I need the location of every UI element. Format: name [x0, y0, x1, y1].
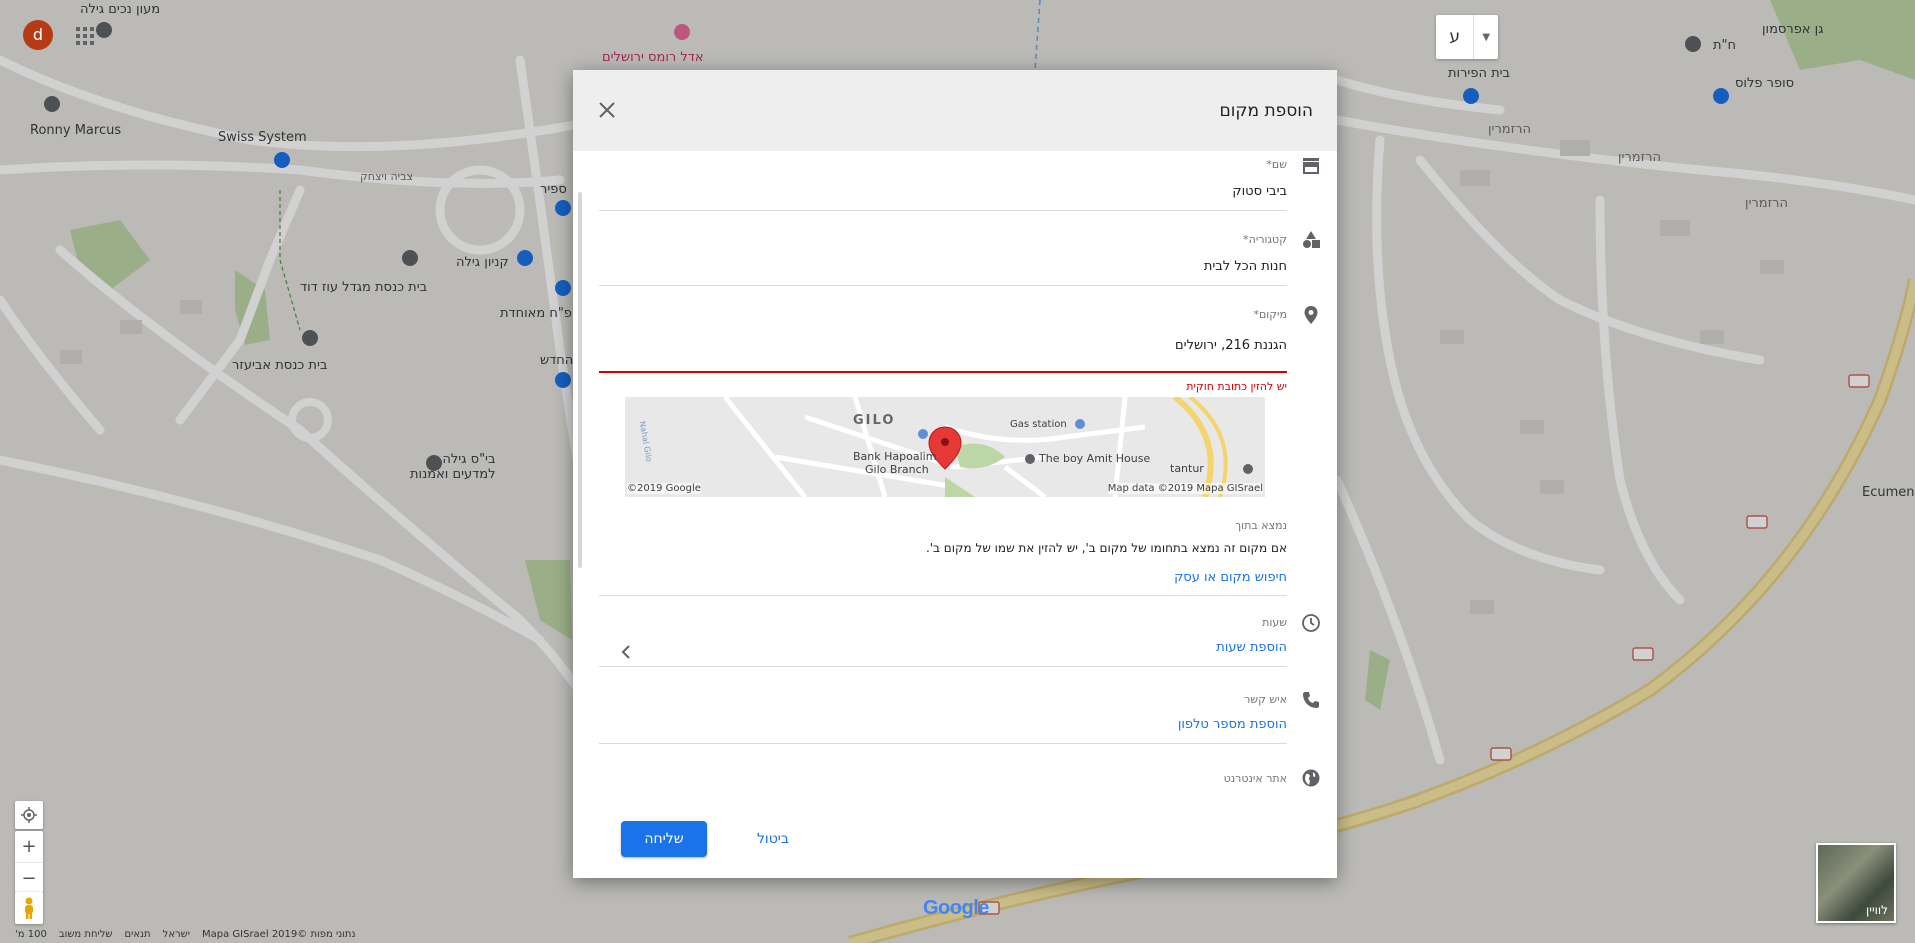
location-underline-error: [599, 371, 1287, 373]
within-search-field[interactable]: חיפוש מקום או עסק: [599, 570, 1287, 600]
minimap-mapdata: Map data ©2019 Mapa GISrael: [1107, 483, 1263, 494]
within-underline: [599, 595, 1287, 596]
language-button[interactable]: ע ▼: [1436, 15, 1498, 59]
category-underline: [599, 285, 1287, 286]
map-footer: נתוני מפות ©2019 Mapa GISrael ישראל תנאי…: [15, 929, 356, 943]
name-field[interactable]: שם* ביבי סטוק: [599, 158, 1287, 220]
minimap-poi-label: Gas station: [1010, 419, 1067, 430]
add-phone-link[interactable]: הוספת מספר טלפון: [599, 717, 1287, 732]
zoom-controls: + −: [15, 831, 43, 893]
category-label: קטגוריה*: [1243, 233, 1287, 246]
within-label: נמצא בתוך: [1235, 519, 1287, 532]
scale-label[interactable]: 100 מ': [15, 929, 47, 943]
contact-field[interactable]: איש קשר הוספת מספר טלפון: [599, 693, 1287, 755]
name-underline: [599, 210, 1287, 211]
zoom-out-button[interactable]: −: [15, 863, 43, 894]
phone-icon: [1303, 692, 1319, 708]
minimap-poi-label: Gilo Branch: [865, 463, 929, 476]
street-view-pegman[interactable]: [15, 892, 43, 924]
location-label: מיקום*: [1253, 308, 1287, 321]
category-icon: [1303, 231, 1320, 248]
contact-underline: [599, 743, 1287, 744]
category-input[interactable]: חנות הכל לבית: [599, 259, 1287, 274]
clock-icon: [1302, 614, 1320, 632]
language-label: ע: [1449, 27, 1461, 47]
within-description: אם מקום זה נמצא בתחומו של מקום ב', יש לה…: [925, 541, 1287, 555]
send-button[interactable]: שליחה: [621, 821, 707, 857]
dialog-header: הוספת מקום: [573, 70, 1337, 151]
pegman-icon: [25, 897, 33, 919]
location-input[interactable]: הגננת 216, ירושלים: [599, 338, 1287, 353]
website-label: אתר אינטרנט: [1223, 772, 1287, 785]
apps-grid-icon[interactable]: [76, 27, 94, 45]
name-input[interactable]: ביבי סטוק: [599, 184, 1287, 199]
location-minimap[interactable]: GILO Gas station Bank Hapoalim Gilo Bran…: [625, 397, 1265, 497]
feedback-link[interactable]: שליחת משוב: [59, 929, 113, 943]
dialog-title: הוספת מקום: [1219, 101, 1313, 121]
search-place-link[interactable]: חיפוש מקום או עסק: [599, 570, 1287, 585]
hours-field[interactable]: שעות הוספת שעות: [599, 616, 1287, 678]
hours-label: שעות: [1262, 616, 1287, 629]
add-hours-link[interactable]: הוספת שעות: [599, 640, 1287, 655]
close-icon[interactable]: [597, 100, 617, 120]
minimap-copyright: ©2019 Google: [627, 483, 701, 494]
chevron-down-icon[interactable]: ▼: [1473, 15, 1498, 59]
location-error: יש להזין כתובת חוקית: [1186, 380, 1287, 393]
dialog-scrollbar[interactable]: [578, 192, 582, 568]
cancel-button[interactable]: ביטול: [743, 821, 803, 857]
minimap-streets: [625, 397, 1265, 497]
my-location-button[interactable]: [15, 801, 43, 829]
chevron-left-icon[interactable]: [620, 645, 632, 659]
zoom-in-button[interactable]: +: [15, 831, 43, 863]
region-link[interactable]: ישראל: [163, 929, 190, 943]
minimap-area-label: GILO: [853, 413, 896, 428]
category-field[interactable]: קטגוריה* חנות הכל לבית: [599, 233, 1287, 295]
add-place-dialog: הוספת מקום שם* ביבי סטוק קטגוריה* חנות ה…: [573, 70, 1337, 878]
website-field[interactable]: אתר אינטרנט: [599, 772, 1287, 794]
terms-link[interactable]: תנאים: [125, 929, 151, 943]
account-avatar[interactable]: d: [23, 20, 53, 50]
hours-underline: [599, 666, 1287, 667]
minimap-poi-label: The boy Amit House: [1039, 452, 1151, 465]
satellite-label: לוויין: [1866, 903, 1888, 917]
location-pin-icon: [1304, 306, 1318, 324]
location-field[interactable]: מיקום* הגננת 216, ירושלים: [599, 308, 1287, 378]
minimap-poi-label: tantur: [1170, 462, 1204, 475]
name-label: שם*: [1266, 158, 1287, 171]
crosshair-icon: [21, 807, 37, 823]
globe-icon: [1302, 769, 1320, 787]
map-data-credit: נתוני מפות ©2019 Mapa GISrael: [201, 929, 356, 940]
google-logo: Google: [923, 897, 989, 919]
minimap-poi-label: Bank Hapoalim: [853, 450, 937, 463]
contact-label: איש קשר: [1244, 693, 1287, 706]
satellite-layer-toggle[interactable]: לוויין: [1816, 843, 1896, 923]
store-icon: [1303, 158, 1319, 174]
within-label-row: נמצא בתוך: [599, 519, 1287, 539]
